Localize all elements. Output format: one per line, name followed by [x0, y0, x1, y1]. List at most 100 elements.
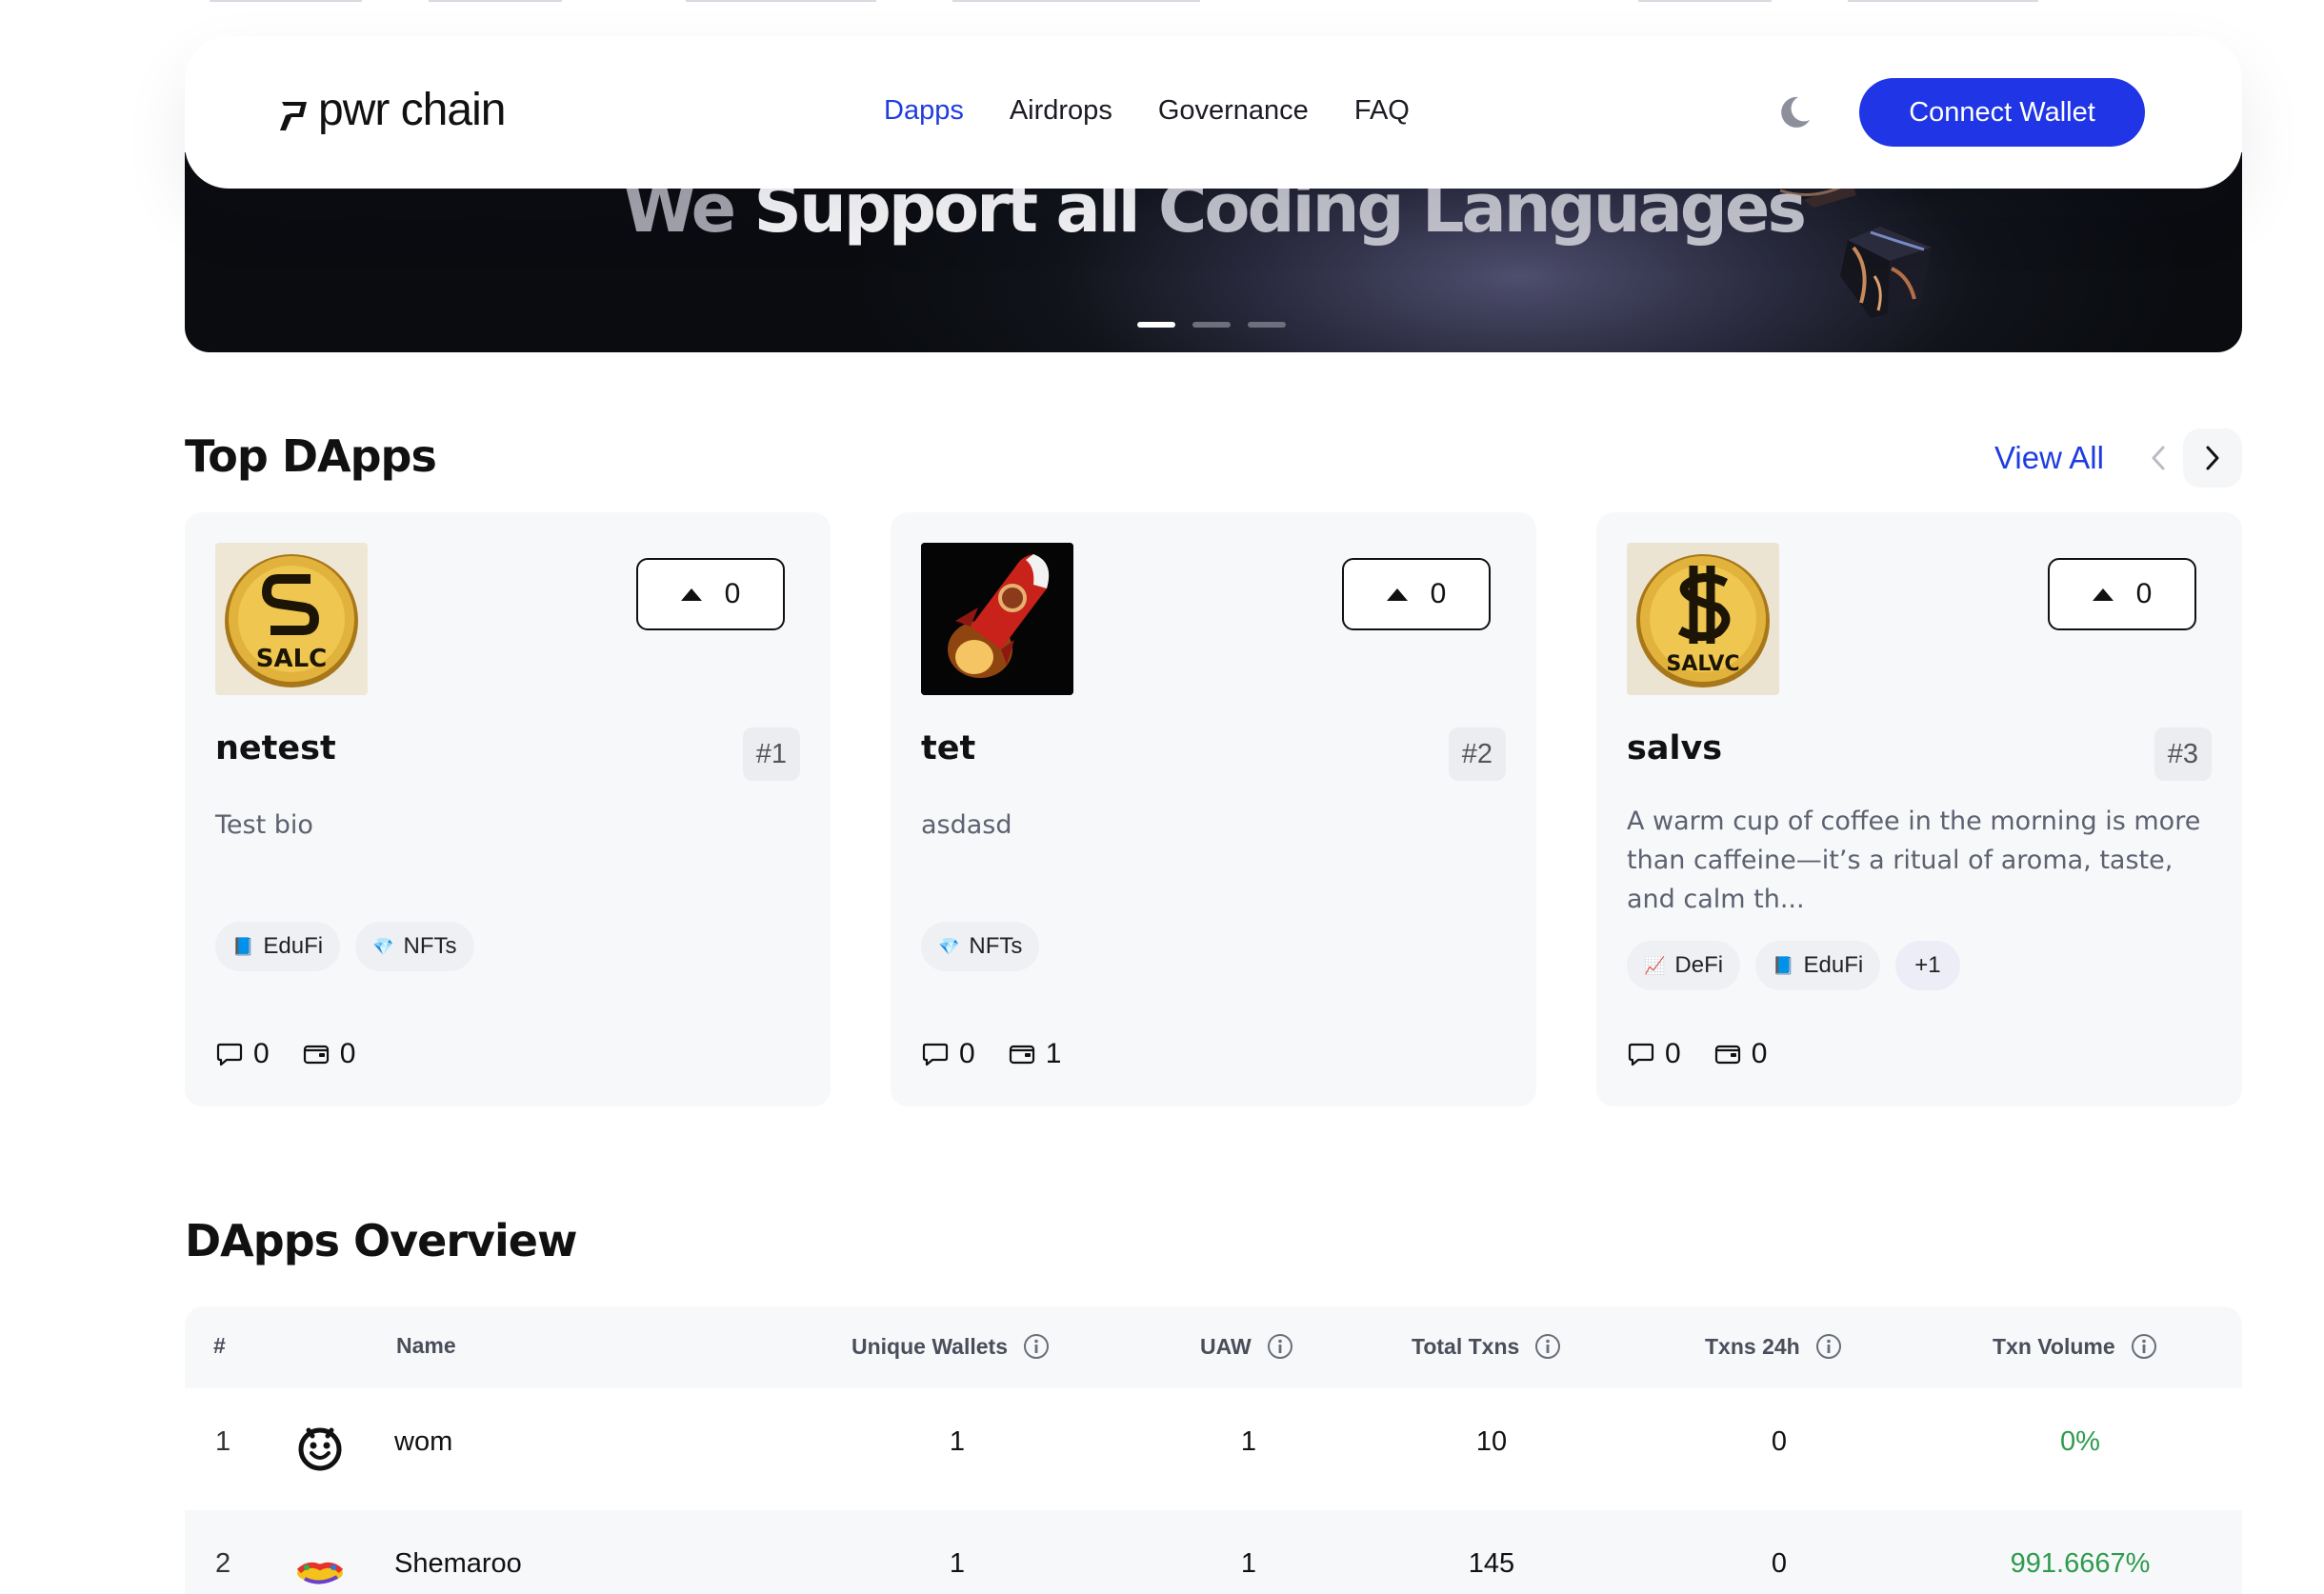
svg-text:SALC: SALC [256, 645, 328, 673]
col-rank: # [213, 1333, 226, 1358]
tag-list: 📘 EduFi 💎 NFTs [215, 922, 474, 971]
row-txn-volume: 991.6667% [2010, 1548, 2151, 1579]
overview-title: DApps Overview [185, 1215, 577, 1266]
info-icon[interactable] [1815, 1333, 1842, 1360]
tag-list: 📈 DeFi 📘 EduFi +1 [1627, 941, 1960, 990]
upvote-button[interactable]: 0 [1342, 558, 1491, 630]
row-name[interactable]: Shemaroo [394, 1548, 522, 1580]
card-stats: 0 0 [1627, 1038, 1767, 1070]
row-rank: 2 [215, 1548, 231, 1579]
col-txn-volume[interactable]: Txn Volume [1993, 1333, 2157, 1360]
col-total-txns[interactable]: Total Txns [1412, 1333, 1561, 1360]
row-total-txns: 145 [1468, 1548, 1515, 1579]
table-row[interactable]: 2 Shemaroo 1 1 145 0 991.6667% [185, 1510, 2242, 1594]
info-icon[interactable] [2131, 1333, 2157, 1360]
dapp-logo [921, 543, 1073, 695]
top-dapps-title: Top DApps [185, 430, 437, 482]
tag-list: 💎 NFTs [921, 922, 1040, 971]
vote-count: 0 [724, 578, 741, 609]
carousel-dot[interactable] [1192, 322, 1231, 328]
comment-icon [1628, 1043, 1654, 1066]
table-row[interactable]: 1 wom 1 1 10 0 0% [185, 1388, 2242, 1510]
dapp-logo: SALC [215, 543, 368, 695]
col-name[interactable]: Name [396, 1333, 456, 1359]
dapp-card[interactable]: SALVC 0 salvs #3 A warm cup of coffee in… [1596, 512, 2242, 1106]
gem-icon: 💎 [372, 936, 394, 956]
tag-chip[interactable]: 💎 NFTs [921, 922, 1040, 971]
col-unique-wallets[interactable]: Unique Wallets [851, 1333, 1050, 1360]
chevron-left-icon [2152, 446, 2165, 470]
carousel-dot[interactable] [1248, 322, 1286, 328]
book-icon: 📘 [1773, 955, 1794, 975]
row-txn-volume: 0% [2060, 1426, 2100, 1457]
wallet-icon [1714, 1045, 1740, 1065]
upvote-button[interactable]: 0 [636, 558, 785, 630]
row-unique-wallets: 1 [949, 1548, 966, 1579]
info-icon[interactable] [1534, 1333, 1561, 1360]
logo[interactable]: pwr chain [280, 84, 506, 136]
gem-icon: 💎 [938, 936, 960, 956]
wallets-stat: 0 [302, 1038, 355, 1070]
nav-link-faq[interactable]: FAQ [1354, 95, 1410, 127]
carousel-dot[interactable] [1137, 322, 1175, 328]
wallets-stat: 1 [1008, 1038, 1061, 1070]
dapp-bio: asdasd [921, 810, 1012, 840]
row-uaw: 1 [1240, 1548, 1257, 1579]
nav-link-governance[interactable]: Governance [1158, 95, 1309, 127]
dapp-name[interactable]: netest [215, 729, 336, 767]
info-icon[interactable] [1023, 1333, 1050, 1360]
upvote-arrow-icon [2092, 588, 2114, 601]
tag-chip[interactable]: 📘 EduFi [215, 922, 341, 971]
comments-stat: 0 [215, 1038, 270, 1070]
tag-chip[interactable]: 💎 NFTs [355, 922, 474, 971]
nav-link-airdrops[interactable]: Airdrops [1010, 95, 1112, 127]
card-stats: 0 1 [921, 1038, 1061, 1070]
row-name[interactable]: wom [394, 1426, 452, 1458]
row-txns-24h: 0 [1771, 1548, 1788, 1579]
vote-count: 0 [2135, 578, 2153, 609]
row-uaw: 1 [1240, 1426, 1257, 1457]
nav-links: Dapps Airdrops Governance FAQ [884, 95, 1410, 127]
more-tags-chip[interactable]: +1 [1895, 941, 1960, 990]
table-header: # Name Unique Wallets UAW Total Txns Txn… [185, 1306, 2242, 1388]
col-txns-24h[interactable]: Txns 24h [1705, 1333, 1842, 1360]
rocket-icon [921, 543, 1073, 695]
shemaroo-logo-icon [296, 1562, 344, 1584]
dapp-bio: A warm cup of coffee in the morning is m… [1627, 807, 2201, 914]
salvc-coin-icon: SALVC [1636, 554, 1770, 687]
rank-badge: #2 [1448, 727, 1506, 781]
rank-badge: #3 [2154, 727, 2212, 781]
info-icon[interactable] [1267, 1333, 1293, 1360]
dapp-name[interactable]: salvs [1627, 729, 1722, 767]
col-uaw[interactable]: UAW [1200, 1333, 1293, 1360]
wallet-icon [1009, 1045, 1034, 1065]
nav-link-dapps[interactable]: Dapps [884, 95, 964, 127]
logo-text: pwr chain [318, 85, 506, 135]
top-navbar: pwr chain Dapps Airdrops Governance FAQ … [185, 36, 2242, 189]
dapp-bio: Test bio [215, 810, 313, 840]
tag-chip[interactable]: 📘 EduFi [1755, 941, 1881, 990]
comment-icon [216, 1043, 243, 1066]
comment-icon [922, 1043, 949, 1066]
dapps-overview-table: # Name Unique Wallets UAW Total Txns Txn… [185, 1306, 2242, 1594]
upvote-arrow-icon [680, 588, 702, 601]
carousel-next-button[interactable] [2183, 428, 2242, 488]
dapp-name[interactable]: tet [921, 729, 975, 767]
chevron-right-icon [2206, 446, 2219, 470]
dapp-logo: SALVC [1627, 543, 1779, 695]
upvote-button[interactable]: 0 [2048, 558, 2196, 630]
dapp-card[interactable]: SALC 0 netest #1 Test bio 📘 EduFi 💎 NFTs 0… [185, 512, 831, 1106]
card-stats: 0 0 [215, 1038, 355, 1070]
connect-wallet-button[interactable]: Connect Wallet [1859, 78, 2145, 147]
view-all-link[interactable]: View All [1994, 440, 2104, 476]
vote-count: 0 [1430, 578, 1447, 609]
comments-stat: 0 [1627, 1038, 1681, 1070]
upvote-arrow-icon [1386, 588, 1408, 601]
tag-chip[interactable]: 📈 DeFi [1627, 941, 1741, 990]
row-total-txns: 10 [1475, 1426, 1508, 1457]
moon-icon[interactable] [1775, 93, 1813, 131]
row-txns-24h: 0 [1771, 1426, 1788, 1457]
salc-coin-icon: SALC [225, 554, 358, 687]
dapp-card[interactable]: 0 tet #2 asdasd 💎 NFTs 0 1 [891, 512, 1536, 1106]
carousel-prev-button[interactable] [2132, 428, 2185, 488]
